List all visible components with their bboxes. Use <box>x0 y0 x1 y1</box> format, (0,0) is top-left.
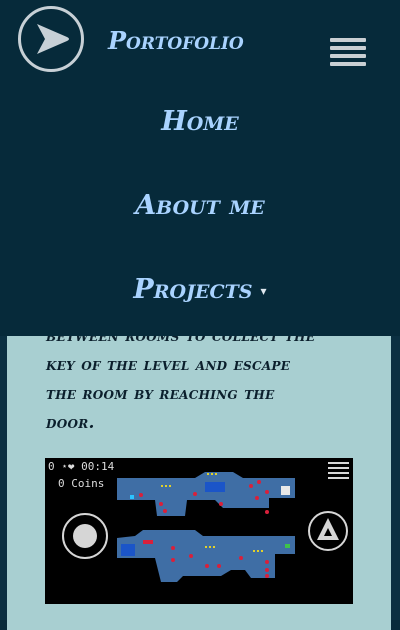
dropdown-caret-icon: ▾ <box>260 283 267 298</box>
description-line: key of the level and escape <box>46 355 291 375</box>
nav-about[interactable]: About me <box>0 190 400 221</box>
navbar: Portofolio Home About me Projects ▾ <box>0 0 400 336</box>
project-description: between rooms to collect the key of the … <box>46 322 356 438</box>
description-line: door. <box>46 413 95 433</box>
nav-home[interactable]: Home <box>0 106 400 137</box>
hamburger-menu-icon[interactable] <box>330 38 366 72</box>
hud-coins: 0 Coins <box>58 477 104 490</box>
game-scene: 0 ⋆❤ 00:14 0 Coins <box>45 458 353 604</box>
nav-projects[interactable]: Projects ▾ <box>0 274 400 305</box>
logo[interactable] <box>18 6 84 72</box>
hud-status: 0 ⋆❤ 00:14 <box>48 460 115 473</box>
game-screenshot: 0 ⋆❤ 00:14 0 Coins <box>45 458 353 604</box>
nav-projects-label: Projects <box>133 274 253 305</box>
brand-title[interactable]: Portofolio <box>108 26 244 55</box>
description-line: the room by reaching the <box>46 384 275 404</box>
play-logo-icon <box>37 24 69 54</box>
